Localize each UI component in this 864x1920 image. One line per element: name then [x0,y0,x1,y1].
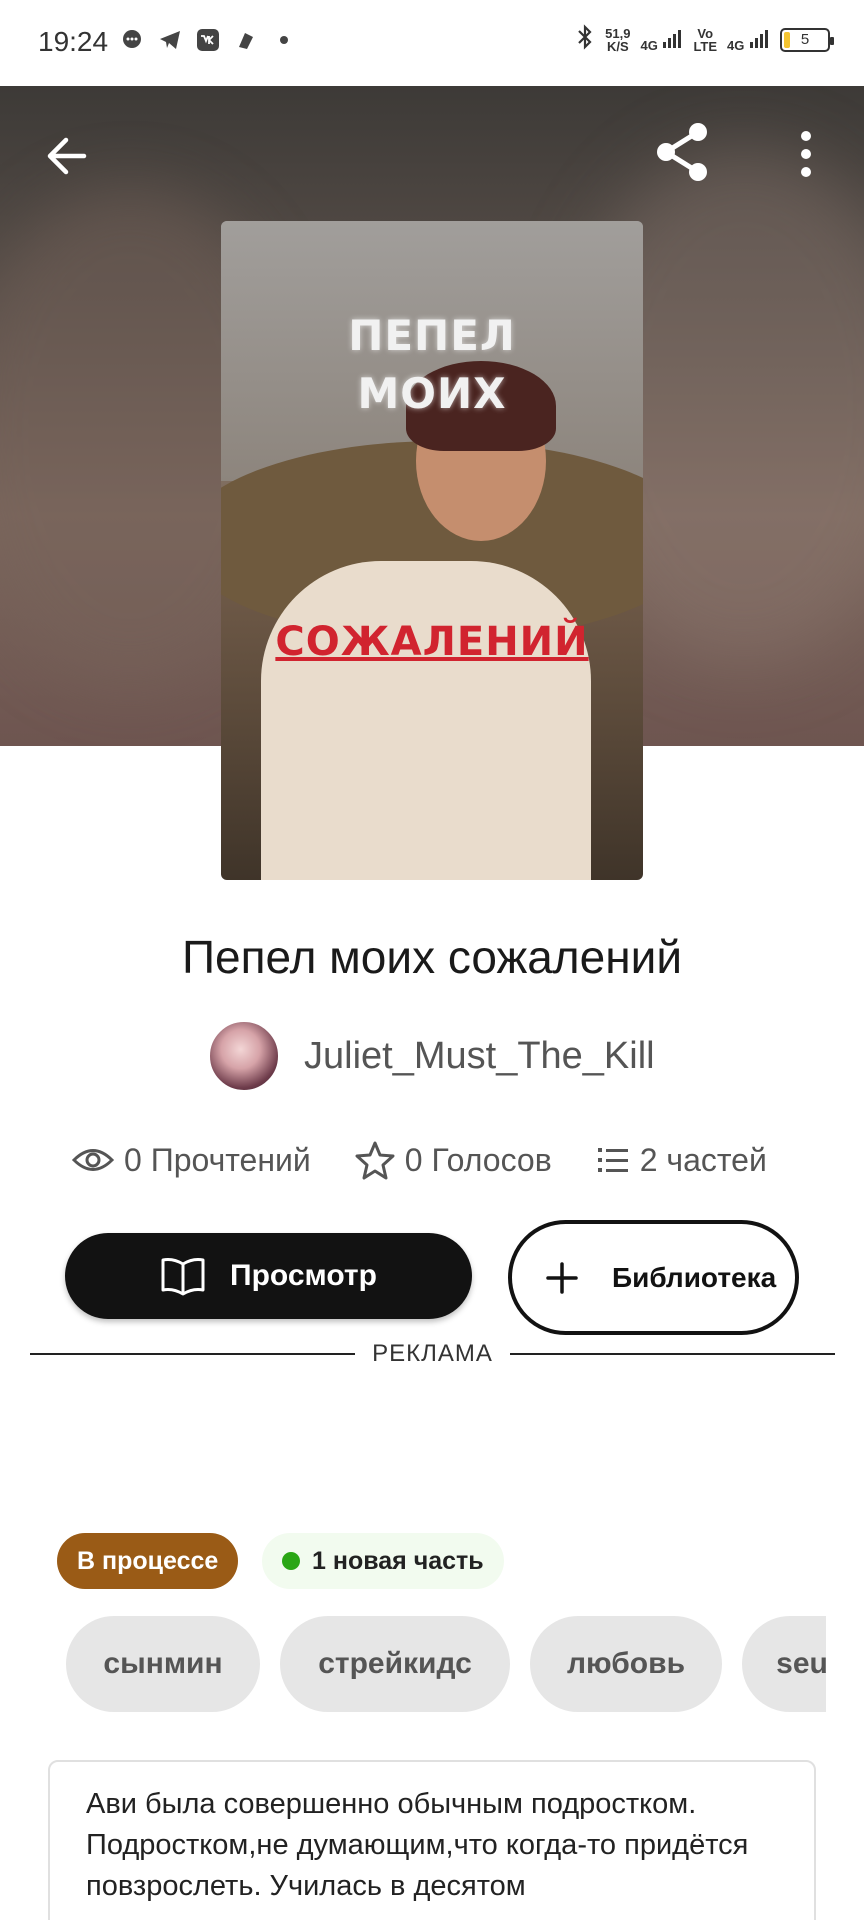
story-title: Пепел моих сожалений [181,931,683,983]
author-link[interactable]: Juliet_Must_The_Kill [208,1020,655,1092]
signal-icon [663,29,682,48]
net-speed: 51,9 K/S [605,25,631,54]
signal-1: 4G [640,28,683,52]
reads-stat: 0 Прочтений [72,1142,311,1179]
eye-icon [72,1149,114,1171]
vk-icon [196,28,220,52]
status-badge: В процессе [57,1533,239,1589]
parts-stat[interactable]: 2 частей [596,1142,767,1179]
avatar[interactable] [208,1020,280,1092]
notification-icons [120,28,296,52]
tags-list: сынмин стрейкидс любовь seungmin [66,1616,826,1712]
parts-count: 2 частей [639,1141,767,1178]
reads-count: 0 Прочтений [124,1141,311,1178]
system-icons: 51,9 K/S 4G Vo LTE 4G 5 [575,24,834,55]
votes-count: 0 Голосов [404,1141,552,1178]
signal-icon-2 [750,29,768,48]
ad-label: РЕКЛАМА [372,1340,493,1367]
read-button[interactable]: Просмотр [65,1233,472,1319]
notification-icon [234,28,258,52]
tag-chip[interactable]: стрейкидс [280,1616,510,1712]
divider-left [30,1353,355,1355]
more-options-button[interactable] [786,124,826,184]
cover-title-line2: МОИХ [357,369,507,418]
status-time: 19:24 [38,26,109,57]
cover-person [261,561,591,880]
book-open-icon [161,1258,205,1296]
cover-title-line3: СОЖАЛЕНИЙ [275,619,589,665]
author-name[interactable]: Juliet_Must_The_Kill [304,1035,655,1078]
tag-chip[interactable]: сынмин [66,1616,260,1712]
story-stats: 0 Прочтений 0 Голосов 2 частей [72,1140,811,1180]
share-button[interactable] [650,120,714,184]
new-part-badge: 1 новая часть [262,1533,504,1589]
battery-indicator: 5 [780,27,834,52]
net-type-2: 4G [727,37,745,53]
arrow-left-icon [47,137,87,175]
story-description[interactable]: Ави была совершенно обычным подростком. … [48,1760,816,1920]
dot-icon [272,28,296,52]
volte-indicator: Vo LTE [693,25,718,54]
library-button-label: Библиотека [612,1261,777,1293]
plus-icon [546,1261,578,1294]
divider-right [510,1353,835,1355]
star-icon [355,1141,395,1180]
tag-chip[interactable]: seungmin [742,1616,826,1712]
status-bar: 19:24 51,9 K/S 4G Vo LTE 4G 5 [0,0,864,86]
read-button-label: Просмотр [230,1259,377,1292]
telegram-icon [158,28,182,52]
more-vertical-icon [801,131,811,177]
bluetooth-icon [575,24,595,55]
new-part-label: 1 новая часть [312,1546,484,1575]
battery-level: 5 [800,31,810,48]
book-cover[interactable]: ПЕПЕЛ МОИХ СОЖАЛЕНИЙ [221,221,643,880]
cover-title-line1: ПЕПЕЛ [348,311,516,360]
back-button[interactable] [40,128,96,184]
net-type-1: 4G [640,37,658,53]
tag-chip[interactable]: любовь [530,1616,722,1712]
signal-2: 4G [727,28,770,52]
chat-bubble-icon [120,28,144,52]
description-text: Ави была совершенно обычным подростком. … [86,1788,749,1902]
add-to-library-button[interactable]: Библиотека [508,1220,799,1335]
votes-stat: 0 Голосов [355,1140,552,1180]
new-dot-icon [282,1552,300,1570]
tags-scroller[interactable]: сынмин стрейкидс любовь seungmin [66,1616,826,1714]
list-icon [597,1148,628,1172]
share-icon [657,123,707,181]
